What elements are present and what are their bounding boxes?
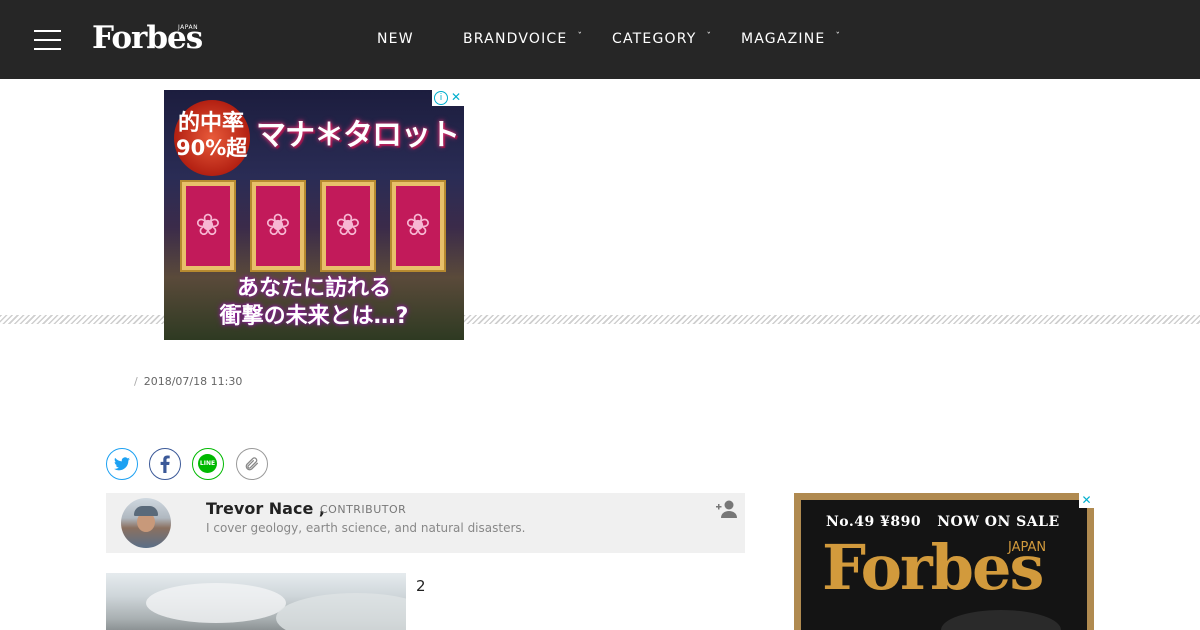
tarot-card: ❀ bbox=[180, 180, 236, 272]
tarot-card: ❀ bbox=[250, 180, 306, 272]
site-header: Forbes JAPAN NEW BRANDVOICE ˇ CATEGORY ˇ M… bbox=[0, 0, 1200, 79]
article-image[interactable] bbox=[106, 573, 406, 630]
nav-new[interactable]: NEW bbox=[377, 31, 414, 47]
article-page-number: 2 bbox=[416, 577, 426, 595]
top-advertisement[interactable]: 的中率 90%超 マナ＊タロット ❀ ❀ ❀ ❀ あなたに訪れる 衝撃の未来とは… bbox=[164, 90, 464, 340]
copy-link-button[interactable] bbox=[236, 448, 268, 480]
publish-datetime: 2018/07/18 11:30 bbox=[143, 375, 243, 388]
close-icon[interactable]: ✕ bbox=[450, 91, 462, 103]
nav-category[interactable]: CATEGORY ˇ bbox=[612, 31, 712, 49]
author-box: Trevor Nace , CONTRIBUTOR I cover geolog… bbox=[106, 493, 745, 553]
flower-icon: ❀ bbox=[265, 208, 291, 243]
nav-brandvoice[interactable]: BRANDVOICE ˇ bbox=[463, 31, 583, 49]
chevron-down-icon: ˇ bbox=[706, 32, 713, 42]
close-icon[interactable]: ✕ bbox=[1079, 493, 1094, 508]
paperclip-icon bbox=[245, 457, 258, 471]
line-icon: LINE bbox=[198, 454, 217, 473]
ad-badge-line2: 90%超 bbox=[176, 136, 248, 160]
flower-icon: ❀ bbox=[405, 208, 431, 243]
magazine-brand-sub: JAPAN bbox=[1008, 540, 1047, 555]
tarot-card: ❀ bbox=[320, 180, 376, 272]
facebook-icon bbox=[160, 455, 170, 473]
nav-new-label: NEW bbox=[377, 31, 414, 47]
author-name[interactable]: Trevor Nace , bbox=[206, 499, 325, 519]
twitter-icon bbox=[114, 457, 130, 471]
follow-author-button[interactable] bbox=[714, 499, 738, 519]
chevron-down-icon: ˇ bbox=[577, 32, 584, 42]
nav-magazine-label: MAGAZINE bbox=[741, 31, 826, 47]
author-description: I cover geology, earth science, and natu… bbox=[206, 521, 526, 535]
author-role: CONTRIBUTOR bbox=[320, 503, 407, 516]
magazine-issue-text: No.49 ¥890 NOW ON SALE bbox=[826, 514, 1060, 530]
ad-badge-line1: 的中率 bbox=[178, 111, 245, 136]
nav-category-label: CATEGORY bbox=[612, 31, 697, 47]
add-user-icon bbox=[716, 500, 737, 518]
nav-brandvoice-label: BRANDVOICE bbox=[463, 31, 568, 47]
share-facebook-button[interactable] bbox=[149, 448, 181, 480]
flower-icon: ❀ bbox=[195, 208, 221, 243]
share-line-button[interactable]: LINE bbox=[192, 448, 224, 480]
article-meta: / 2018/07/18 11:30 bbox=[134, 375, 242, 388]
cover-illustration bbox=[941, 610, 1061, 630]
logo-japan-label: JAPAN bbox=[178, 24, 199, 31]
nav-magazine[interactable]: MAGAZINE ˇ bbox=[741, 31, 841, 49]
tarot-card: ❀ bbox=[390, 180, 446, 272]
menu-icon[interactable] bbox=[34, 30, 61, 50]
ad-choices[interactable]: i ✕ bbox=[432, 90, 464, 106]
ad-tagline-2: 衝撃の未来とは…? bbox=[219, 304, 409, 329]
share-twitter-button[interactable] bbox=[106, 448, 138, 480]
ad-tagline-1: あなたに訪れる bbox=[236, 276, 391, 301]
magazine-advertisement[interactable]: No.49 ¥890 NOW ON SALE Forbes JAPAN ✕ bbox=[794, 493, 1094, 630]
flower-icon: ❀ bbox=[335, 208, 361, 243]
ad-title: マナ＊タロット bbox=[256, 118, 460, 153]
avatar[interactable] bbox=[121, 498, 171, 548]
breadcrumb-separator: / bbox=[134, 375, 138, 388]
chevron-down-icon: ˇ bbox=[835, 32, 842, 42]
info-icon[interactable]: i bbox=[434, 91, 448, 105]
